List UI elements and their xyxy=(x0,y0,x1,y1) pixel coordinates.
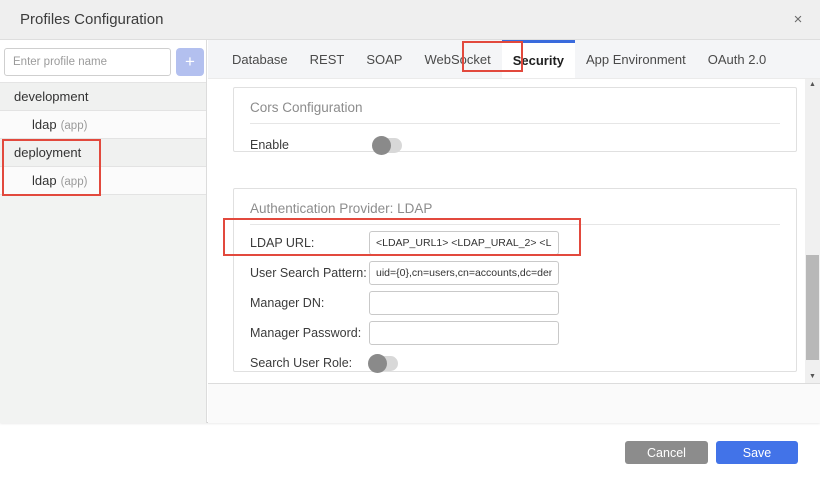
cors-enable-row: Enable xyxy=(250,133,780,157)
cors-configuration-card: Cors Configuration Enable xyxy=(233,87,797,152)
search-user-role-row: Search User Role: xyxy=(250,351,780,375)
profile-label: development xyxy=(14,89,88,104)
sidebar-item-development[interactable]: development xyxy=(0,83,206,111)
manager-password-label: Manager Password: xyxy=(250,326,369,340)
dialog-title: Profiles Configuration xyxy=(20,0,163,40)
scroll-down-icon[interactable]: ▼ xyxy=(805,371,820,383)
profile-label: ldap xyxy=(32,117,57,132)
scroll-up-icon[interactable]: ▲ xyxy=(805,79,820,91)
authentication-provider-card: Authentication Provider: LDAP LDAP URL: … xyxy=(233,188,797,372)
vertical-scrollbar[interactable]: ▲ ▼ xyxy=(805,79,820,383)
profile-name-input[interactable] xyxy=(4,48,171,76)
manager-password-input[interactable] xyxy=(369,321,559,345)
search-user-role-label: Search User Role: xyxy=(250,356,369,370)
scrollbar-thumb[interactable] xyxy=(806,255,819,360)
user-search-pattern-input[interactable] xyxy=(369,261,559,285)
annotation-box-ldap-url xyxy=(223,218,581,256)
tab-rest[interactable]: REST xyxy=(299,40,356,78)
tab-soap[interactable]: SOAP xyxy=(355,40,413,78)
annotation-box-deployment-profile xyxy=(2,139,101,196)
search-user-role-toggle[interactable] xyxy=(369,356,398,371)
tab-oauth2[interactable]: OAuth 2.0 xyxy=(697,40,778,78)
cors-enable-label: Enable xyxy=(250,138,373,152)
user-search-pattern-label: User Search Pattern: xyxy=(250,266,369,280)
profile-type-suffix: (app) xyxy=(61,120,88,132)
profiles-sidebar: + development ldap(app) deployment ldap(… xyxy=(0,40,207,423)
annotation-box-security-tab xyxy=(462,41,523,72)
toggle-knob-icon xyxy=(372,136,391,155)
cors-section-title: Cors Configuration xyxy=(250,100,780,124)
profile-entry-bar: + xyxy=(0,40,206,83)
dialog-header: Profiles Configuration × xyxy=(0,0,820,40)
save-button[interactable]: Save xyxy=(716,441,798,464)
manager-dn-input[interactable] xyxy=(369,291,559,315)
sidebar-item-development-ldap[interactable]: ldap (app) xyxy=(0,111,206,139)
profiles-configuration-dialog: Profiles Configuration × + development l… xyxy=(0,0,820,423)
plus-icon: + xyxy=(185,52,195,71)
content-footer-strip xyxy=(208,383,820,423)
toggle-knob-icon xyxy=(368,354,387,373)
close-icon[interactable]: × xyxy=(789,11,807,29)
cancel-button[interactable]: Cancel xyxy=(625,441,708,464)
manager-dn-row: Manager DN: xyxy=(250,291,780,315)
cors-enable-toggle[interactable] xyxy=(373,138,402,153)
manager-password-row: Manager Password: xyxy=(250,321,780,345)
user-search-pattern-row: User Search Pattern: xyxy=(250,261,780,285)
manager-dn-label: Manager DN: xyxy=(250,296,369,310)
add-profile-button[interactable]: + xyxy=(176,48,204,76)
tab-database[interactable]: Database xyxy=(221,40,299,78)
tab-app-environment[interactable]: App Environment xyxy=(575,40,697,78)
